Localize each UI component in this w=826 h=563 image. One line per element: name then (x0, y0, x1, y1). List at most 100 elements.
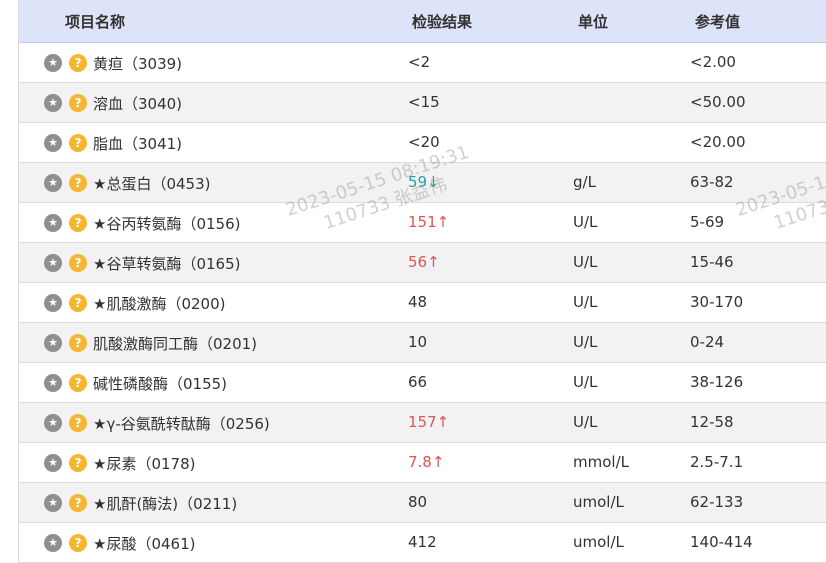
item-name: ★肌酸激酶（0200) (93, 295, 226, 313)
result-value: 66 (408, 373, 428, 391)
table-row: ★? ★尿素（0178) 7.8↑ mmol/L 2.5-7.1 (19, 443, 826, 483)
item-unit: U/L (573, 333, 598, 351)
table-row: ★? 黄疸（3039) <2 <2.00 (19, 43, 826, 83)
result-value: 56 (408, 253, 428, 271)
item-reference: 140-414 (690, 533, 753, 551)
star-icon[interactable]: ★ (44, 254, 62, 272)
item-result: 157↑ (408, 413, 449, 431)
item-reference: 63-82 (690, 173, 734, 191)
item-unit: mmol/L (573, 453, 629, 471)
lab-results-table: 项目名称 检验结果 单位 参考值 ★? 黄疸（3039) <2 <2.00 ★? 溶血（3… (18, 0, 826, 563)
result-value: 412 (408, 533, 437, 551)
item-reference: 38-126 (690, 373, 744, 391)
item-name: ★γ-谷氨酰转酞酶（0256) (93, 415, 270, 433)
item-name: 脂血（3041) (93, 135, 183, 153)
star-icon[interactable]: ★ (44, 534, 62, 552)
item-unit: umol/L (573, 493, 624, 511)
question-icon[interactable]: ? (69, 414, 87, 432)
table-row: ★? ★肌酐(酶法)（0211) 80 umol/L 62-133 (19, 483, 826, 523)
item-result: <2 (408, 53, 430, 71)
item-unit: g/L (573, 173, 596, 191)
header-unit: 单位 (578, 13, 609, 31)
star-icon[interactable]: ★ (44, 214, 62, 232)
star-icon[interactable]: ★ (44, 174, 62, 192)
item-result: 56↑ (408, 253, 440, 271)
table-row: ★? ★尿酸（0461) 412 umol/L 140-414 (19, 523, 826, 563)
star-icon[interactable]: ★ (44, 134, 62, 152)
item-name: 肌酸激酶同工酶（0201) (93, 335, 258, 353)
item-reference: 0-24 (690, 333, 725, 351)
result-arrow-icon: ↑ (431, 453, 445, 471)
result-value: 59 (408, 173, 428, 191)
item-name: 溶血（3040) (93, 95, 183, 113)
question-icon[interactable]: ? (69, 174, 87, 192)
result-value: <20 (408, 133, 440, 151)
item-name: 黄疸（3039) (93, 55, 183, 73)
item-name: 碱性磷酸酶（0155) (93, 375, 228, 393)
star-icon[interactable]: ★ (44, 494, 62, 512)
star-icon[interactable]: ★ (44, 334, 62, 352)
item-name: ★尿酸（0461) (93, 535, 196, 553)
header-name: 项目名称 (65, 13, 126, 31)
item-result: 59↓ (408, 173, 440, 191)
question-icon[interactable]: ? (69, 254, 87, 272)
item-result: 7.8↑ (408, 453, 444, 471)
item-reference: 15-46 (690, 253, 734, 271)
result-value: 80 (408, 493, 428, 511)
item-unit: U/L (573, 413, 598, 431)
star-icon[interactable]: ★ (44, 454, 62, 472)
table-row: ★? 脂血（3041) <20 <20.00 (19, 123, 826, 163)
result-value: <15 (408, 93, 440, 111)
item-reference: <2.00 (690, 53, 736, 71)
item-result: <15 (408, 93, 440, 111)
item-result: 10 (408, 333, 427, 351)
item-unit: U/L (573, 293, 598, 311)
item-result: 80 (408, 493, 427, 511)
result-arrow-icon: ↑ (427, 253, 440, 271)
item-result: 151↑ (408, 213, 449, 231)
star-icon[interactable]: ★ (44, 414, 62, 432)
star-icon[interactable]: ★ (44, 54, 62, 72)
item-unit: umol/L (573, 533, 624, 551)
result-value: 10 (408, 333, 428, 351)
item-unit: U/L (573, 213, 598, 231)
result-arrow-icon: ↓ (427, 173, 440, 191)
question-icon[interactable]: ? (69, 494, 87, 512)
result-value: <2 (408, 53, 431, 71)
item-result: <20 (408, 133, 440, 151)
table-header: 项目名称 检验结果 单位 参考值 (19, 0, 826, 43)
question-icon[interactable]: ? (69, 214, 87, 232)
item-name: ★谷草转氨酶（0165) (93, 255, 241, 273)
item-reference: 30-170 (690, 293, 744, 311)
question-icon[interactable]: ? (69, 334, 87, 352)
item-result: 66 (408, 373, 427, 391)
question-icon[interactable]: ? (69, 54, 87, 72)
table-row: ★? ★γ-谷氨酰转酞酶（0256) 157↑ U/L 12-58 (19, 403, 826, 443)
star-icon[interactable]: ★ (44, 94, 62, 112)
star-icon[interactable]: ★ (44, 374, 62, 392)
item-name: ★肌酐(酶法)（0211) (93, 495, 238, 513)
table-row: ★? ★肌酸激酶（0200) 48 U/L 30-170 (19, 283, 826, 323)
question-icon[interactable]: ? (69, 374, 87, 392)
result-arrow-icon: ↑ (436, 413, 450, 431)
table-row: ★? 溶血（3040) <15 <50.00 (19, 83, 826, 123)
item-reference: <50.00 (690, 93, 746, 111)
item-reference: 62-133 (690, 493, 744, 511)
result-value: 7.8 (408, 453, 432, 471)
star-icon[interactable]: ★ (44, 294, 62, 312)
result-arrow-icon: ↑ (436, 213, 450, 231)
question-icon[interactable]: ? (69, 534, 87, 552)
question-icon[interactable]: ? (69, 454, 87, 472)
question-icon[interactable]: ? (69, 94, 87, 112)
result-value: 48 (408, 293, 428, 311)
question-icon[interactable]: ? (69, 134, 87, 152)
table-row: ★? 碱性磷酸酶（0155) 66 U/L 38-126 (19, 363, 826, 403)
item-unit: U/L (573, 253, 598, 271)
table-row: ★? ★总蛋白（0453) 59↓ g/L 63-82 (19, 163, 826, 203)
item-reference: 2.5-7.1 (690, 453, 744, 471)
item-reference: 5-69 (690, 213, 725, 231)
item-reference: 12-58 (690, 413, 734, 431)
question-icon[interactable]: ? (69, 294, 87, 312)
item-name: ★谷丙转氨酶（0156) (93, 215, 241, 233)
header-result: 检验结果 (412, 13, 473, 31)
